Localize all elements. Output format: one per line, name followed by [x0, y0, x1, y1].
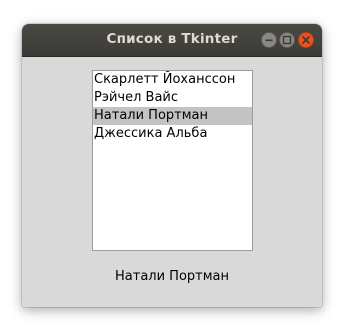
app-window: Список в Tkinter Скарлетт Йоханссон Рэйч… — [22, 24, 322, 307]
title-bar[interactable]: Список в Tkinter — [22, 24, 322, 57]
window-title: Список в Tkinter — [106, 31, 238, 47]
selected-value-label: Натали Портман — [115, 269, 229, 284]
minimize-icon — [265, 39, 273, 42]
list-item-selected[interactable]: Натали Портман — [93, 107, 252, 125]
list-item[interactable]: Джессика Альба — [93, 125, 252, 143]
list-item[interactable]: Рэйчел Вайс — [93, 89, 252, 107]
close-button[interactable] — [298, 32, 314, 48]
maximize-icon — [282, 35, 292, 45]
maximize-button[interactable] — [279, 32, 295, 48]
close-icon — [302, 36, 310, 44]
minimize-button[interactable] — [261, 32, 277, 48]
actress-listbox[interactable]: Скарлетт Йоханссон Рэйчел Вайс Натали По… — [92, 70, 253, 251]
list-item[interactable]: Скарлетт Йоханссон — [93, 71, 252, 89]
